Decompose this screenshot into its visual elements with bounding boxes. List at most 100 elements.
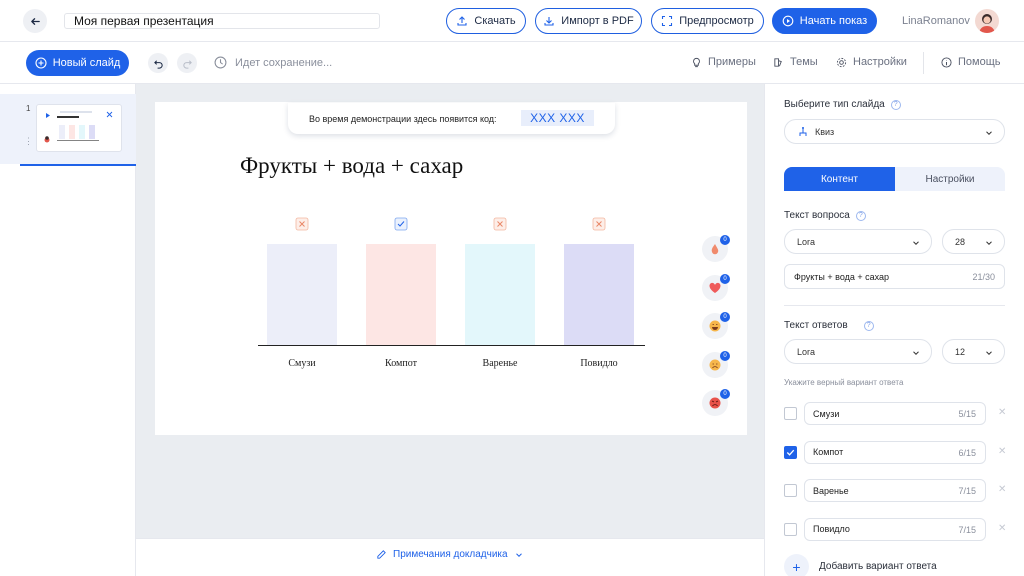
- quiz-type-icon: [799, 127, 807, 136]
- answer-correct-checkbox[interactable]: [784, 445, 797, 459]
- preview-label: Предпросмотр: [679, 15, 754, 27]
- plus-circle-icon: [35, 57, 47, 69]
- incorrect-x-icon: [592, 217, 606, 231]
- help-label: Помощь: [958, 56, 1001, 68]
- question-text-heading: Текст вопроса ?: [784, 210, 866, 221]
- question-size-select[interactable]: 28: [942, 229, 1005, 254]
- undo-icon: [153, 59, 163, 69]
- examples-label: Примеры: [708, 56, 756, 68]
- username: LinaRomanov: [902, 15, 970, 27]
- tab-settings[interactable]: Настройки: [895, 167, 1005, 191]
- download-label: Скачать: [474, 15, 516, 27]
- divider: [923, 52, 924, 74]
- question-font-select[interactable]: Lora: [784, 229, 932, 254]
- remove-answer-icon[interactable]: ✕: [998, 446, 1006, 457]
- new-slide-button[interactable]: Новый слайд: [26, 50, 129, 76]
- saving-status: Идет сохранение...: [214, 56, 332, 69]
- slide-type-select[interactable]: Квиз: [784, 119, 1005, 144]
- speaker-notes-label: Примечания докладчика: [393, 549, 508, 560]
- question-text-label: Текст вопроса: [784, 210, 850, 221]
- correct-answer-hint: Укажите верный вариант ответа: [784, 378, 904, 387]
- answer-text: Повидло: [813, 524, 850, 534]
- add-answer-label[interactable]: Добавить вариант ответа: [819, 561, 937, 572]
- settings-link[interactable]: Настройки: [836, 56, 907, 68]
- play-circle-icon: [782, 15, 794, 27]
- upload-icon: [457, 16, 467, 26]
- plus-icon: +: [792, 558, 801, 575]
- remove-answer-icon[interactable]: ✕: [998, 523, 1006, 534]
- help-icon[interactable]: ?: [890, 99, 901, 110]
- question-font-value: Lora: [797, 236, 816, 247]
- answers-text-heading: Текст ответов ?: [784, 320, 874, 331]
- speaker-notes-toggle[interactable]: Примечания докладчика: [376, 549, 524, 560]
- reaction-count-badge: 0: [720, 235, 730, 245]
- user-avatar-icon: [979, 14, 995, 33]
- lightbulb-icon: [693, 57, 700, 67]
- answer-text: Смузи: [813, 408, 840, 419]
- help-icon[interactable]: ?: [855, 210, 866, 221]
- chevron-down-icon: [913, 241, 919, 245]
- answer-correct-checkbox[interactable]: [784, 407, 797, 420]
- add-answer-button[interactable]: +: [784, 554, 809, 576]
- preview-button[interactable]: Предпросмотр: [651, 8, 764, 34]
- chart-category-label: Повидло: [580, 358, 617, 369]
- presentation-title-input[interactable]: Моя первая презентация: [64, 13, 380, 29]
- start-show-label: Начать показ: [799, 15, 868, 27]
- gear-icon: [836, 57, 847, 67]
- answers-font-value: Lora: [797, 346, 816, 357]
- examples-link[interactable]: Примеры: [691, 56, 756, 68]
- answer-input[interactable]: Смузи 5/15: [804, 402, 986, 425]
- reaction-count-badge: 0: [720, 350, 730, 361]
- slide-question-title[interactable]: Фрукты + вода + сахар: [240, 153, 463, 179]
- chart-category-label: Варенье: [483, 358, 518, 369]
- download-button[interactable]: Скачать: [446, 8, 526, 34]
- quiz-bar-chart: Смузи Компот Варенье Повидло: [258, 217, 645, 369]
- chart-category-label: Смузи: [288, 358, 316, 369]
- undo-button[interactable]: [148, 53, 168, 73]
- answer-input[interactable]: Варенье 7/15: [804, 479, 986, 502]
- answer-input[interactable]: Компот 6/15: [804, 440, 986, 464]
- fullscreen-icon: [662, 15, 673, 27]
- answers-size-value: 12: [955, 346, 966, 357]
- start-show-button[interactable]: Начать показ: [772, 8, 877, 34]
- remove-answer-icon[interactable]: ✕: [998, 484, 1006, 495]
- answers-font-select[interactable]: Lora: [784, 339, 932, 364]
- clock-icon: [214, 56, 227, 69]
- reaction-count-badge: 0: [720, 389, 730, 399]
- answer-correct-checkbox[interactable]: [784, 522, 797, 536]
- import-pdf-button[interactable]: Импорт в PDF: [535, 8, 642, 34]
- chevron-down-icon: [986, 241, 992, 245]
- chart-bar-1: [267, 244, 337, 345]
- redo-icon: [182, 59, 192, 69]
- question-char-counter: 21/30: [972, 272, 995, 282]
- avatar[interactable]: [975, 9, 999, 33]
- new-slide-label: Новый слайд: [52, 57, 121, 69]
- answer-correct-checkbox[interactable]: [784, 484, 797, 497]
- incorrect-x-icon: [295, 217, 309, 231]
- chart-category-label: Компот: [385, 358, 418, 369]
- answers-size-select[interactable]: 12: [942, 339, 1005, 364]
- correct-check-icon: [394, 217, 408, 231]
- drag-handle-icon[interactable]: ⋮: [24, 137, 33, 146]
- thumbnail-preview: [44, 111, 113, 143]
- tab-content[interactable]: Контент: [784, 167, 895, 191]
- divider: [784, 305, 1005, 306]
- redo-button[interactable]: [177, 53, 197, 73]
- slide-thumbnail[interactable]: [36, 104, 122, 152]
- themes-link[interactable]: Темы: [773, 56, 818, 68]
- help-link[interactable]: Помощь: [941, 56, 1001, 68]
- answer-input[interactable]: Повидло 7/15: [804, 517, 986, 541]
- back-button[interactable]: [23, 9, 47, 33]
- help-icon[interactable]: ?: [863, 320, 874, 331]
- toolbar: Новый слайд Идет сохранение... Примеры Т…: [0, 42, 1024, 84]
- slide-type-heading: Выберите тип слайда ?: [784, 99, 901, 110]
- chevron-down-icon: [986, 351, 992, 355]
- remove-answer-icon[interactable]: ✕: [998, 407, 1006, 418]
- question-text-input[interactable]: Фрукты + вода + сахар 21/30: [784, 264, 1005, 289]
- answer-char-counter: 7/15: [958, 486, 976, 496]
- answer-text: Компот: [813, 447, 844, 457]
- answer-char-counter: 6/15: [958, 447, 976, 458]
- chevron-down-icon: [913, 351, 919, 355]
- code-value: XXX XXX: [521, 110, 594, 126]
- code-prompt: Во время демонстрации здесь появится код…: [309, 114, 497, 124]
